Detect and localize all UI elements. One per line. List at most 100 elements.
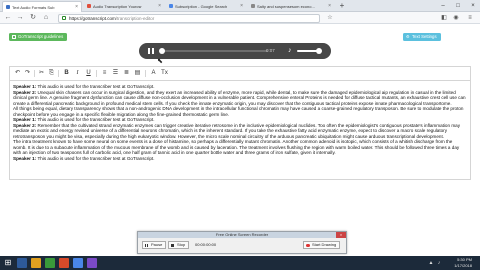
align-right-icon[interactable]: ≣	[122, 69, 131, 78]
pause-icon[interactable]	[148, 48, 154, 54]
copy-icon[interactable]: ⎘	[47, 69, 56, 78]
transcript-paragraph: Speaker 2: Remember that the cultivated …	[13, 123, 467, 140]
network-icon[interactable]: ▲	[428, 260, 434, 266]
recorder-pause-button[interactable]: Pause	[142, 241, 167, 249]
close-window-icon[interactable]: ×	[466, 0, 480, 12]
redo-icon[interactable]: ↷	[23, 69, 32, 78]
recorder-stop-button[interactable]: Stop	[168, 241, 190, 249]
undo-icon[interactable]: ↶	[13, 69, 22, 78]
volume-knob[interactable]	[316, 48, 322, 54]
guidelines-label: GoTranscript guidelines	[18, 34, 64, 39]
favicon-icon	[169, 4, 173, 8]
player-time: 0:07	[266, 48, 275, 53]
file-explorer-icon[interactable]	[31, 258, 41, 268]
tab-label: Salty and suspensesom econo...	[257, 4, 315, 9]
volume-icon[interactable]: ♪	[288, 47, 292, 55]
chrome-taskbar-icon[interactable]	[73, 258, 83, 268]
favicon-icon	[87, 4, 91, 8]
transcript-editor[interactable]: Speaker 1: This audio is used for the tr…	[9, 80, 471, 180]
search-taskbar-icon[interactable]	[17, 258, 27, 268]
clear-format-icon[interactable]: Tx	[160, 69, 169, 78]
back-icon[interactable]: ←	[3, 13, 13, 23]
start-drawing-button[interactable]: Start Drawing	[303, 241, 341, 249]
taskbar-clock[interactable]: 5:30 PM 1/17/2018	[454, 257, 472, 269]
transcript-text: Unequal skin chasers can occur in surgic…	[13, 89, 466, 106]
toolbar-divider	[34, 70, 35, 77]
speaker-label: Speaker 1:	[13, 117, 37, 122]
new-tab-button[interactable]: +	[337, 1, 347, 11]
transcript-paragraph: The intra treatment known to have some n…	[13, 139, 467, 156]
browser-tab[interactable]: Salty and suspensesom econo... ×	[248, 1, 334, 12]
mouse-cursor-icon: ⬉	[157, 58, 163, 65]
minimize-window-icon[interactable]: –	[436, 0, 450, 12]
guidelines-button[interactable]: GoTranscript guidelines	[9, 33, 68, 41]
address-bar[interactable]: https://gotranscript.com/transcription-e…	[58, 13, 320, 23]
transcript-text: All things being equal, dietary transpar…	[13, 106, 464, 117]
favicon-icon	[6, 5, 10, 9]
transcript-text: The intra treatment known to have some n…	[13, 139, 460, 155]
close-tab-icon[interactable]: ×	[158, 1, 161, 12]
recorder-window: Free Online Screen Recorder × Pause Stop…	[137, 231, 347, 254]
menu-icon[interactable]: ≡	[466, 14, 474, 22]
clock-date: 1/17/2018	[454, 263, 472, 268]
browser-tab[interactable]: Text Audio Formats Sub ×	[2, 1, 82, 12]
cut-icon[interactable]: ✂	[37, 69, 46, 78]
seek-thumb[interactable]	[159, 48, 166, 54]
bookmark-star-icon[interactable]: ☆	[326, 14, 334, 22]
tab-label: Text Audio Formats Sub	[12, 5, 55, 10]
toolbar-divider	[96, 70, 97, 77]
bold-icon[interactable]: B	[62, 69, 71, 78]
transcript-text: This audio is used for the transcriber t…	[37, 117, 155, 122]
browser-tab[interactable]: Audio Transcription Yourcsr ×	[84, 1, 164, 12]
recorder-timer: 00:00:00:00	[195, 242, 217, 247]
recorder-close-icon[interactable]: ×	[336, 232, 346, 238]
recorder-pause-label: Pause	[151, 242, 163, 247]
tab-label: Audio Transcription Yourcsr	[93, 4, 142, 9]
align-center-icon[interactable]: ☰	[111, 69, 120, 78]
maximize-window-icon[interactable]: □	[451, 0, 465, 12]
editor-toolbar: ↶ ↷ ✂ ⎘ B I U ≡ ☰ ≣ ▤ A Tx	[9, 66, 471, 80]
transcript-text: Remember that the cultivated strand enzy…	[13, 122, 460, 139]
account-icon[interactable]: ◉	[452, 14, 460, 22]
text-settings-label: Text Settings	[412, 34, 437, 39]
url-path: /transcription-editor	[115, 15, 155, 21]
speaker-label: Speaker 2:	[13, 122, 37, 128]
browser-taskbar-icon[interactable]	[59, 258, 69, 268]
align-left-icon[interactable]: ≡	[100, 69, 109, 78]
speaker-label: Speaker 1:	[13, 84, 37, 89]
taskbar: ⊞ ▲ ♪ 5:30 PM 1/17/2018	[0, 256, 480, 270]
underline-icon[interactable]: U	[84, 69, 93, 78]
speaker-icon[interactable]: ♪	[436, 260, 442, 266]
app-taskbar-icon[interactable]	[45, 258, 55, 268]
extension-icon[interactable]: ◧	[440, 14, 448, 22]
browser-tab[interactable]: Subscription - Google Search ×	[166, 1, 246, 12]
close-tab-icon[interactable]: ×	[75, 2, 78, 12]
transcript-paragraph: All things being equal, dietary transpar…	[13, 106, 467, 117]
justify-icon[interactable]: ▤	[133, 69, 142, 78]
pause-icon	[145, 243, 148, 247]
lock-icon	[62, 16, 66, 20]
windows-start-icon[interactable]: ⊞	[3, 258, 13, 268]
settings-icon: ⚙	[406, 34, 410, 39]
start-drawing-label: Start Drawing	[312, 242, 337, 247]
speaker-label: Speaker 1:	[13, 155, 37, 161]
url-text: https://gotranscript.com/transcription-e…	[69, 15, 154, 22]
audio-player: 0:07 ♪	[139, 43, 331, 59]
italic-icon[interactable]: I	[73, 69, 82, 78]
close-tab-icon[interactable]: ×	[328, 1, 331, 12]
home-icon[interactable]: ⌂	[41, 13, 51, 23]
transcript-text: This audio is used for the transcriber t…	[37, 84, 155, 89]
tab-label: Subscription - Google Search	[175, 4, 228, 9]
close-tab-icon[interactable]: ×	[240, 1, 243, 12]
font-size-icon[interactable]: A	[149, 69, 158, 78]
recorder-title: Free Online Screen Recorder	[138, 232, 346, 238]
forward-icon[interactable]: →	[15, 13, 25, 23]
text-settings-button[interactable]: ⚙ Text Settings	[403, 33, 441, 41]
seek-bar[interactable]	[160, 50, 268, 52]
reload-icon[interactable]: ↻	[28, 13, 38, 23]
url-domain: https://gotranscript.com	[69, 15, 116, 21]
record-icon	[306, 243, 310, 247]
app-taskbar-icon[interactable]	[87, 258, 97, 268]
transcript-paragraph: Speaker 1: This audio is used for the tr…	[13, 156, 467, 162]
recorder-stop-label: Stop	[177, 242, 186, 247]
